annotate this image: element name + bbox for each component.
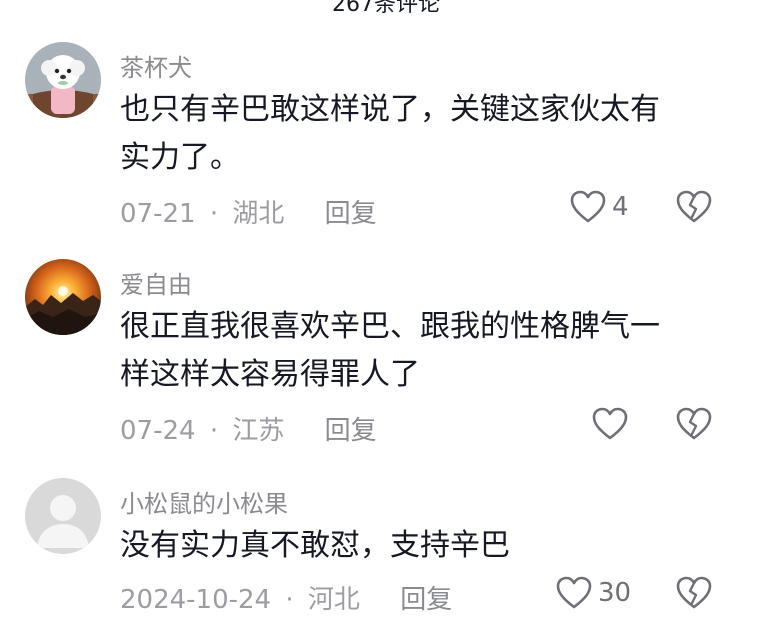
reply-button[interactable]: 回复: [325, 416, 377, 446]
default-user-avatar-icon: [25, 478, 101, 554]
meta-separator: ·: [285, 585, 294, 615]
comment-text-line: 很正直我很喜欢辛巴、跟我的性格脾气一: [120, 309, 660, 344]
broken-heart-icon: [676, 190, 712, 223]
comment-meta: 07-21 · 湖北 回复: [120, 193, 377, 230]
comment-meta: 07-24 · 江苏 回复: [120, 410, 377, 447]
comment-location: 河北: [307, 585, 360, 615]
comment-location: 湖北: [232, 199, 285, 229]
sunset-landscape-avatar-icon: [25, 259, 101, 335]
heart-icon: [592, 407, 628, 440]
broken-heart-icon: [676, 576, 712, 609]
reply-button[interactable]: 回复: [400, 585, 452, 615]
comment-username[interactable]: 爱自由: [120, 265, 192, 300]
dislike-button[interactable]: [676, 576, 712, 614]
comment-text-line: 实力了。: [120, 140, 240, 175]
comment-text: 没有实力真不敢怼，支持辛巴: [120, 522, 720, 570]
reply-button[interactable]: 回复: [325, 199, 377, 229]
heart-icon: [570, 190, 606, 223]
comment-text: 也只有辛巴敢这样说了，关键这家伙太有 实力了。: [120, 86, 720, 182]
comment-text-line: 也只有辛巴敢这样说了，关键这家伙太有: [120, 92, 660, 127]
like-button[interactable]: 4: [570, 190, 629, 224]
comment-username[interactable]: 小松鼠的小松果: [120, 484, 288, 519]
dislike-button[interactable]: [676, 407, 712, 445]
comment-text-line: 没有实力真不敢怼，支持辛巴: [120, 528, 510, 563]
comment-date: 2024-10-24: [120, 585, 272, 615]
meta-separator: ·: [209, 199, 219, 229]
avatar[interactable]: [25, 259, 101, 335]
meta-separator: ·: [209, 416, 219, 446]
comment-location: 江苏: [232, 416, 285, 446]
broken-heart-icon: [676, 407, 712, 440]
avatar[interactable]: [25, 42, 101, 118]
avatar[interactable]: [25, 478, 101, 554]
comment-username[interactable]: 茶杯犬: [120, 48, 192, 83]
comment-count-title: 267条评论: [332, 0, 440, 17]
heart-icon: [556, 576, 592, 609]
white-puppy-avatar-icon: [25, 42, 101, 118]
like-button[interactable]: 30: [556, 576, 631, 610]
comment-text: 很正直我很喜欢辛巴、跟我的性格脾气一 样这样太容易得罪人了: [120, 303, 720, 399]
comment-date: 07-21: [120, 199, 196, 229]
comment-date: 07-24: [120, 416, 196, 446]
like-button[interactable]: [592, 407, 634, 441]
comment-meta: 2024-10-24 · 河北 回复: [120, 579, 452, 616]
comment-text-line: 样这样太容易得罪人了: [120, 357, 420, 392]
dislike-button[interactable]: [676, 190, 712, 228]
like-count: 30: [598, 578, 632, 608]
like-count: 4: [612, 192, 629, 222]
